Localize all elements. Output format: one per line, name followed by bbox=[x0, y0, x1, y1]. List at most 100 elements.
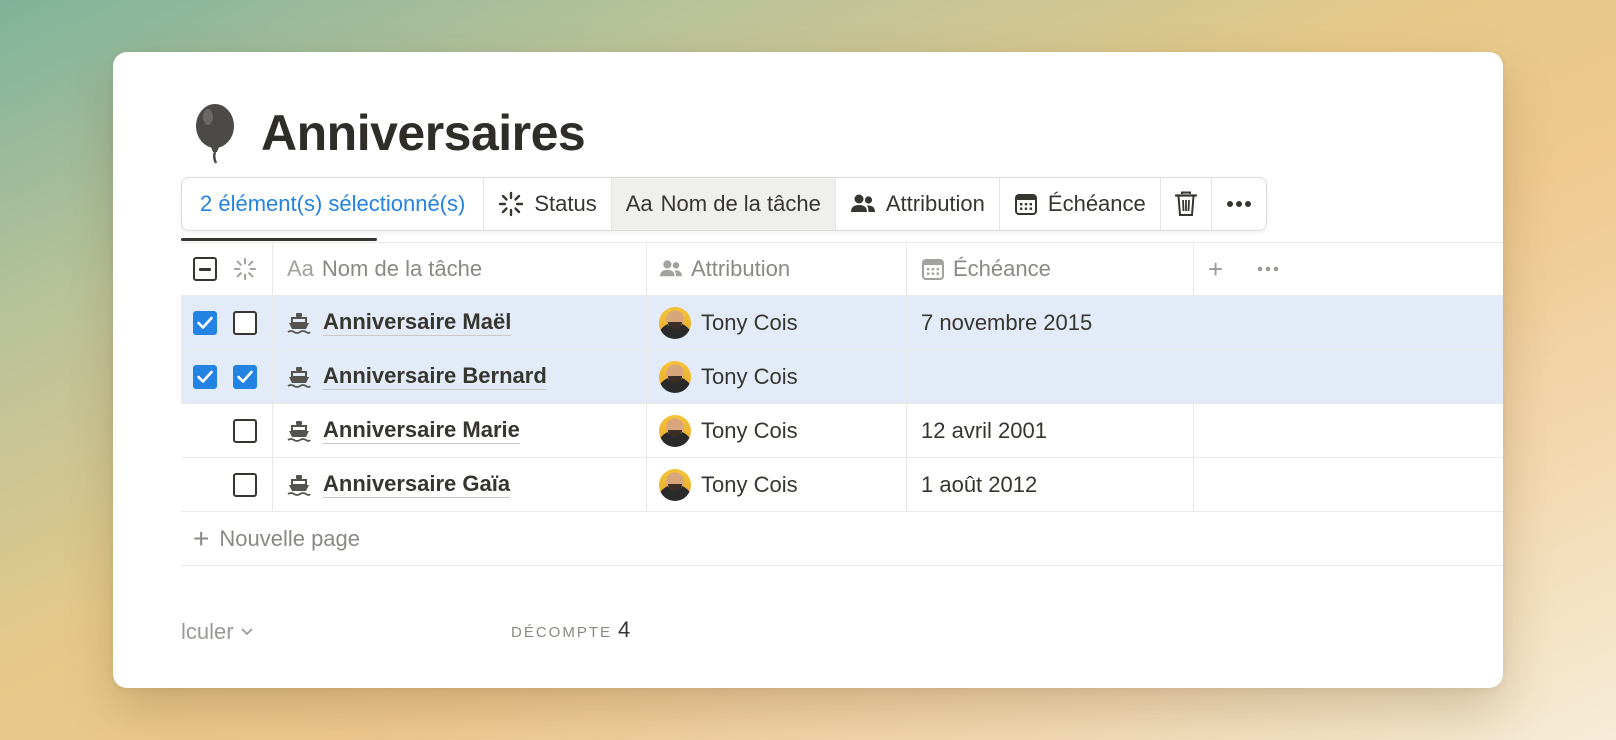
toolbar-more-button[interactable] bbox=[1212, 178, 1266, 230]
header-select-cell bbox=[181, 243, 273, 295]
task-cell[interactable]: Anniversaire Gaïa bbox=[273, 458, 647, 511]
table-row[interactable]: Anniversaire Bernard Tony Cois bbox=[181, 350, 1503, 404]
done-checkbox[interactable] bbox=[233, 364, 257, 389]
due-date: 12 avril 2001 bbox=[921, 417, 1047, 443]
toolbar-delete-button[interactable] bbox=[1161, 178, 1212, 230]
column-header-due[interactable]: Échéance bbox=[907, 243, 1194, 295]
calculate-dropdown[interactable]: lculer bbox=[181, 619, 254, 645]
toolbar-status-label: Status bbox=[534, 191, 597, 216]
table-footer: lculer DÉCOMPTE 4 bbox=[181, 614, 1081, 650]
toolbar-due-button[interactable]: Échéance bbox=[1000, 178, 1161, 230]
task-cell[interactable]: Anniversaire Bernard bbox=[273, 350, 647, 403]
count-label: DÉCOMPTE bbox=[511, 623, 613, 641]
task-title[interactable]: Anniversaire Bernard bbox=[323, 363, 547, 390]
text-property-icon: Aa bbox=[287, 256, 314, 281]
done-checkbox[interactable] bbox=[233, 418, 257, 443]
chevron-down-icon bbox=[240, 628, 253, 636]
row-select-checkbox[interactable] bbox=[193, 310, 217, 335]
column-header-task-label: Nom de la tâche bbox=[321, 256, 483, 281]
avatar bbox=[659, 414, 691, 447]
active-view-indicator bbox=[181, 238, 377, 241]
due-cell[interactable]: 12 avril 2001 bbox=[907, 404, 1194, 457]
select-all-checkbox[interactable] bbox=[193, 257, 217, 281]
due-cell[interactable] bbox=[907, 350, 1194, 403]
toolbar-status-button[interactable]: Status bbox=[484, 178, 612, 230]
trash-icon bbox=[1174, 191, 1197, 216]
status-spinner-icon bbox=[499, 191, 524, 217]
column-header-task[interactable]: Aa Nom de la tâche bbox=[273, 243, 647, 295]
toolbar-task-name-label: Nom de la tâche bbox=[660, 191, 821, 216]
assignee-cell[interactable]: Tony Cois bbox=[647, 296, 907, 349]
plus-icon: + bbox=[193, 522, 210, 554]
due-date: 1 août 2012 bbox=[921, 471, 1038, 497]
checkmark-icon bbox=[237, 370, 253, 383]
toolbar-task-name-button[interactable]: Aa Nom de la tâche bbox=[611, 178, 836, 230]
assignee-cell[interactable]: Tony Cois bbox=[647, 404, 907, 457]
avatar bbox=[659, 468, 691, 501]
assignee-cell[interactable]: Tony Cois bbox=[647, 458, 907, 511]
checkmark-icon bbox=[197, 370, 213, 383]
row-select-cell bbox=[181, 458, 273, 511]
new-page-label: Nouvelle page bbox=[219, 525, 361, 551]
column-header-assignee-label: Attribution bbox=[691, 256, 791, 281]
row-select-checkbox[interactable] bbox=[193, 364, 217, 389]
task-title[interactable]: Anniversaire Maël bbox=[323, 309, 512, 336]
selection-count[interactable]: 2 élément(s) sélectionné(s) bbox=[182, 178, 485, 230]
calendar-icon bbox=[1014, 194, 1037, 215]
page-title: Anniversaires bbox=[261, 105, 586, 161]
new-page-button[interactable]: + Nouvelle page bbox=[181, 512, 1503, 566]
task-title[interactable]: Anniversaire Marie bbox=[323, 417, 520, 444]
column-ellipsis-icon[interactable] bbox=[1257, 266, 1279, 272]
task-cell[interactable]: Anniversaire Marie bbox=[273, 404, 647, 457]
avatar bbox=[659, 360, 691, 393]
task-title[interactable]: Anniversaire Gaïa bbox=[323, 471, 511, 498]
text-property-icon: Aa bbox=[625, 191, 653, 216]
table-header-row: Aa Nom de la tâche Attribution Échéance … bbox=[181, 242, 1503, 296]
ship-icon bbox=[287, 474, 311, 496]
row-select-cell bbox=[181, 296, 273, 349]
empty-cell bbox=[1194, 458, 1503, 511]
calendar-icon bbox=[922, 259, 944, 280]
assignee-name: Tony Cois bbox=[701, 471, 798, 497]
selection-toolbar: 2 élément(s) sélectionné(s) Status Aa No… bbox=[181, 177, 1267, 231]
assignee-name: Tony Cois bbox=[701, 417, 798, 443]
row-select-cell bbox=[181, 404, 273, 457]
toolbar-due-label: Échéance bbox=[1047, 191, 1146, 216]
due-date: 7 novembre 2015 bbox=[921, 309, 1093, 335]
table-row[interactable]: Anniversaire Gaïa Tony Cois 1 août 2012 bbox=[181, 458, 1503, 512]
ship-icon bbox=[287, 312, 311, 334]
calculate-label: lculer bbox=[181, 619, 234, 644]
table-row[interactable]: Anniversaire Marie Tony Cois 12 avril 20… bbox=[181, 404, 1503, 458]
page-header: Anniversaires bbox=[191, 98, 586, 168]
database-table: Aa Nom de la tâche Attribution Échéance … bbox=[181, 242, 1503, 566]
count-value: 4 bbox=[618, 617, 631, 642]
due-cell[interactable]: 7 novembre 2015 bbox=[907, 296, 1194, 349]
due-cell[interactable]: 1 août 2012 bbox=[907, 458, 1194, 511]
toolbar-assignee-label: Attribution bbox=[885, 191, 985, 216]
empty-cell bbox=[1194, 350, 1503, 403]
checkmark-icon bbox=[197, 316, 213, 329]
column-header-assignee[interactable]: Attribution bbox=[647, 243, 907, 295]
people-icon bbox=[850, 194, 875, 212]
ellipsis-icon bbox=[1226, 201, 1251, 207]
database-window: Anniversaires 2 élément(s) sélectionné(s… bbox=[113, 52, 1503, 688]
assignee-name: Tony Cois bbox=[701, 363, 798, 389]
done-checkbox[interactable] bbox=[233, 472, 257, 497]
column-header-due-label: Échéance bbox=[953, 256, 1051, 281]
assignee-name: Tony Cois bbox=[701, 309, 798, 335]
status-spinner-icon[interactable] bbox=[233, 257, 257, 281]
empty-cell bbox=[1194, 296, 1503, 349]
empty-cell bbox=[1194, 404, 1503, 457]
done-checkbox[interactable] bbox=[233, 310, 257, 335]
row-select-cell bbox=[181, 350, 273, 403]
ship-icon bbox=[287, 420, 311, 442]
table-row[interactable]: Anniversaire Maël Tony Cois 7 novembre 2… bbox=[181, 296, 1503, 350]
balloon-icon bbox=[196, 104, 234, 164]
toolbar-assignee-button[interactable]: Attribution bbox=[836, 178, 1000, 230]
header-actions: + bbox=[1194, 243, 1503, 295]
people-icon bbox=[660, 260, 682, 277]
assignee-cell[interactable]: Tony Cois bbox=[647, 350, 907, 403]
task-cell[interactable]: Anniversaire Maël bbox=[273, 296, 647, 349]
add-column-plus-icon[interactable]: + bbox=[1208, 254, 1223, 285]
ship-icon bbox=[287, 366, 311, 388]
